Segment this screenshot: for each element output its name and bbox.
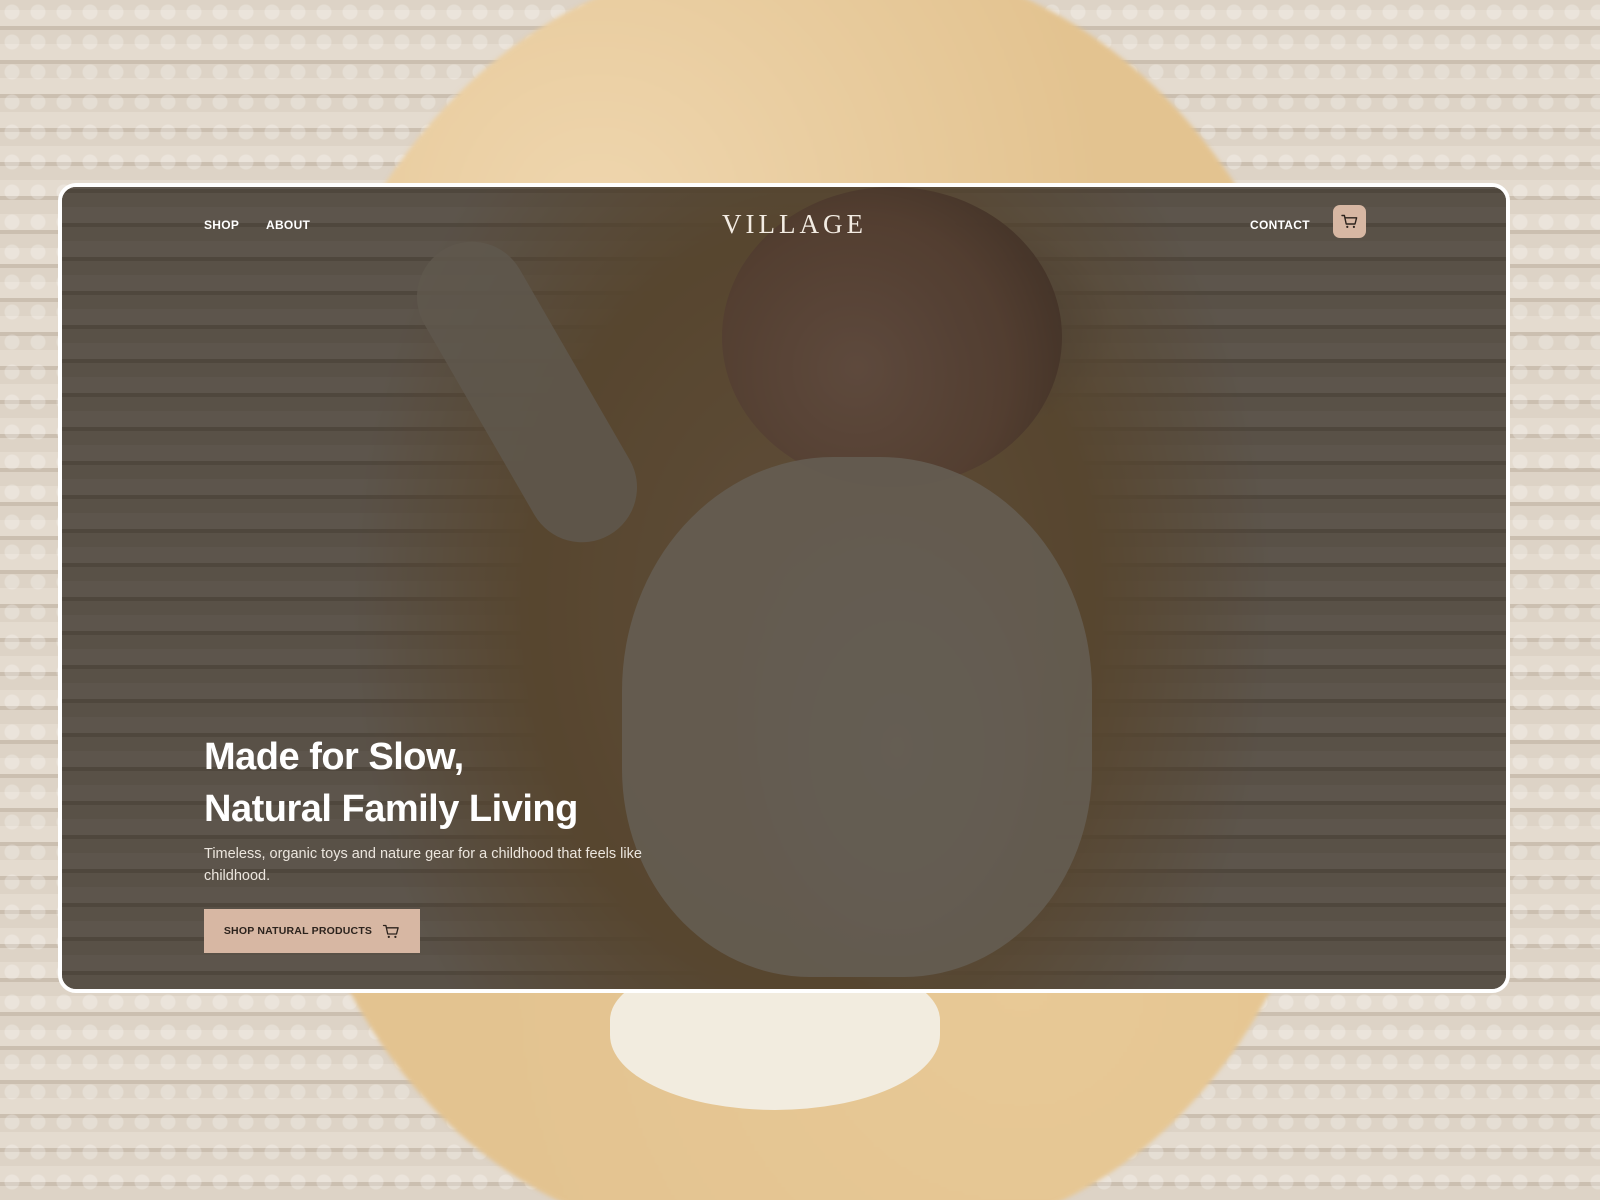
hero-headline-line2: Natural Family Living: [204, 788, 578, 830]
hero-headline-line1: Made for Slow,: [204, 736, 464, 778]
cart-icon: [1341, 214, 1358, 228]
nav-about-link[interactable]: ABOUT: [266, 218, 310, 232]
cart-icon: [382, 924, 399, 938]
shop-natural-products-button[interactable]: SHOP NATURAL PRODUCTS: [204, 909, 420, 953]
brand-logo[interactable]: VILLAGE: [722, 209, 863, 240]
nav-shop-link[interactable]: SHOP: [204, 218, 239, 232]
website-screen: SHOP ABOUT VILLAGE CONTACT Made for Slow…: [58, 183, 1510, 993]
cart-button[interactable]: [1333, 205, 1366, 238]
hero-subtitle: Timeless, organic toys and nature gear f…: [204, 846, 642, 884]
hero-headline: Made for Slow, Natural Family Living: [204, 731, 578, 835]
top-navigation: SHOP ABOUT VILLAGE CONTACT: [62, 187, 1506, 267]
cta-label: SHOP NATURAL PRODUCTS: [223, 925, 373, 937]
nav-contact-link[interactable]: CONTACT: [1250, 218, 1310, 232]
